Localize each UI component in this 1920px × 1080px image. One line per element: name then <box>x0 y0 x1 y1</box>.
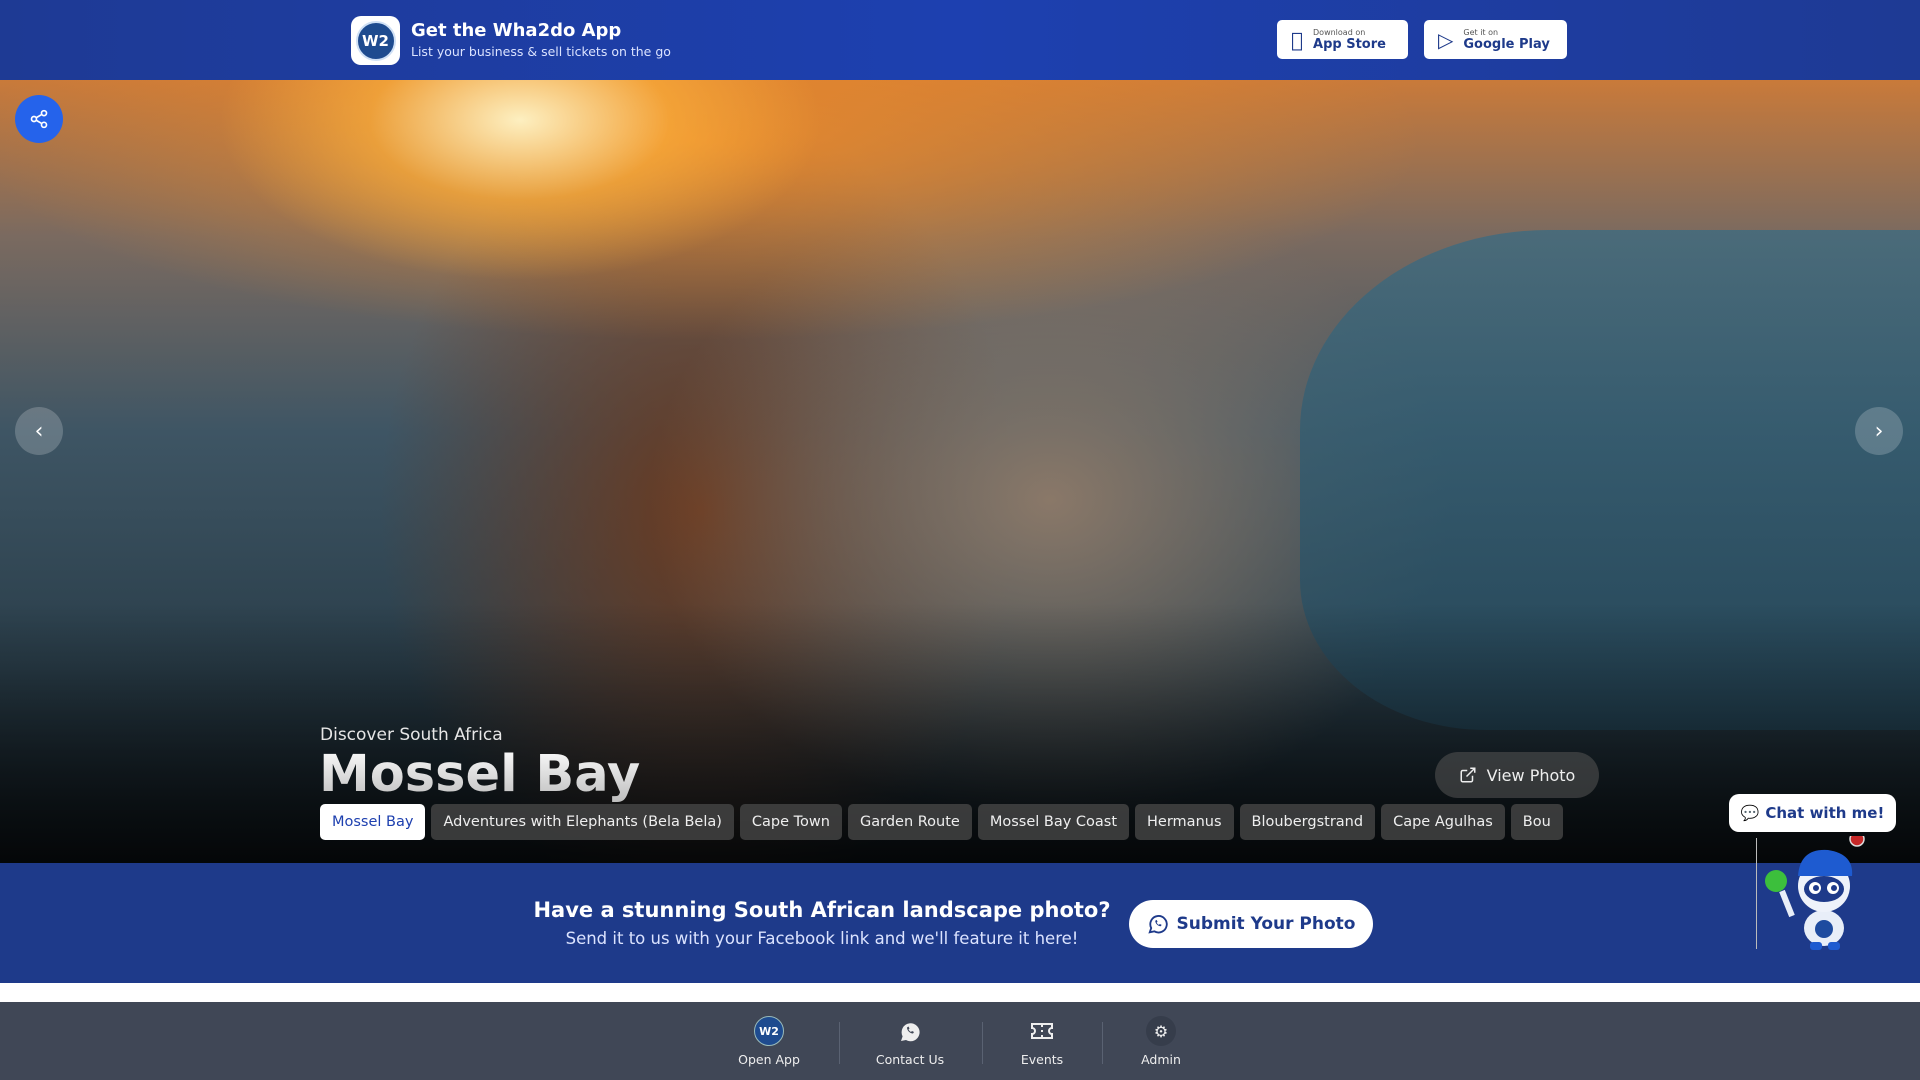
app-store-button[interactable]:  Download onApp Store <box>1277 20 1408 59</box>
bottom-nav: W2 Open App Contact Us Events ⚙ Admin <box>0 1002 1920 1080</box>
chip-location[interactable]: Garden Route <box>847 804 972 840</box>
next-slide-button[interactable]: › <box>1855 407 1903 455</box>
wha2do-logo: W2 <box>351 16 400 65</box>
band-heading: Have a stunning South African landscape … <box>533 898 1111 922</box>
chevron-right-icon: › <box>1874 418 1884 444</box>
band-subtext: Send it to us with your Facebook link an… <box>565 929 1079 948</box>
chip-location[interactable]: Mossel Bay Coast <box>977 804 1130 840</box>
wha2do-logo-icon: W2 <box>754 1016 784 1046</box>
nav-admin[interactable]: ⚙ Admin <box>1101 1016 1221 1067</box>
chat-bubble-button[interactable]: 💬 Chat with me! <box>1729 794 1896 832</box>
whatsapp-icon <box>901 1023 920 1042</box>
submit-photo-button[interactable]: Submit Your Photo <box>1129 900 1373 948</box>
google-play-button[interactable]: ▷ Get it on Google Play <box>1424 20 1567 59</box>
divider <box>839 1022 840 1064</box>
banner-title: Get the Wha2do App <box>411 20 622 41</box>
divider <box>1756 838 1757 949</box>
gear-icon: ⚙ <box>1146 1016 1176 1046</box>
chip-location[interactable]: Adventures with Elephants (Bela Bela) <box>431 804 734 840</box>
hero-kicker: Discover South Africa <box>320 725 503 745</box>
chevron-left-icon: ‹ <box>34 418 44 444</box>
speech-bubble-icon: 💬 <box>1740 804 1760 822</box>
hero-photo <box>0 80 1920 863</box>
chip-location[interactable]: Hermanus <box>1135 804 1234 840</box>
chip-location[interactable]: Cape Town <box>739 804 842 840</box>
location-chips: Mossel Bay Adventures with Elephants (Be… <box>320 804 1563 840</box>
external-link-icon <box>1460 767 1476 783</box>
chat-robot-mascot[interactable] <box>1762 836 1872 951</box>
view-photo-button[interactable]: View Photo <box>1435 752 1599 798</box>
whatsapp-icon <box>1147 915 1168 934</box>
app-banner: W2 Get the Wha2do App List your business… <box>0 0 1920 80</box>
prev-slide-button[interactable]: ‹ <box>15 407 63 455</box>
nav-events[interactable]: Events <box>982 1016 1102 1067</box>
share-button[interactable] <box>15 95 63 143</box>
banner-subtitle: List your business & sell tickets on the… <box>411 44 671 59</box>
ticket-icon <box>1031 1023 1053 1039</box>
chip-location[interactable]: Bou <box>1510 804 1563 840</box>
nav-contact-us[interactable]: Contact Us <box>850 1016 970 1067</box>
apple-icon:  <box>1291 28 1303 52</box>
submit-photo-band <box>0 863 1920 983</box>
share-icon <box>30 109 48 129</box>
chip-location[interactable]: Mossel Bay <box>320 804 426 840</box>
nav-open-app[interactable]: W2 Open App <box>709 1016 829 1067</box>
play-icon: ▷ <box>1438 27 1454 52</box>
chip-location[interactable]: Cape Agulhas <box>1381 804 1505 840</box>
chip-location[interactable]: Bloubergstrand <box>1239 804 1376 840</box>
hero-title: Mossel Bay <box>319 745 641 804</box>
